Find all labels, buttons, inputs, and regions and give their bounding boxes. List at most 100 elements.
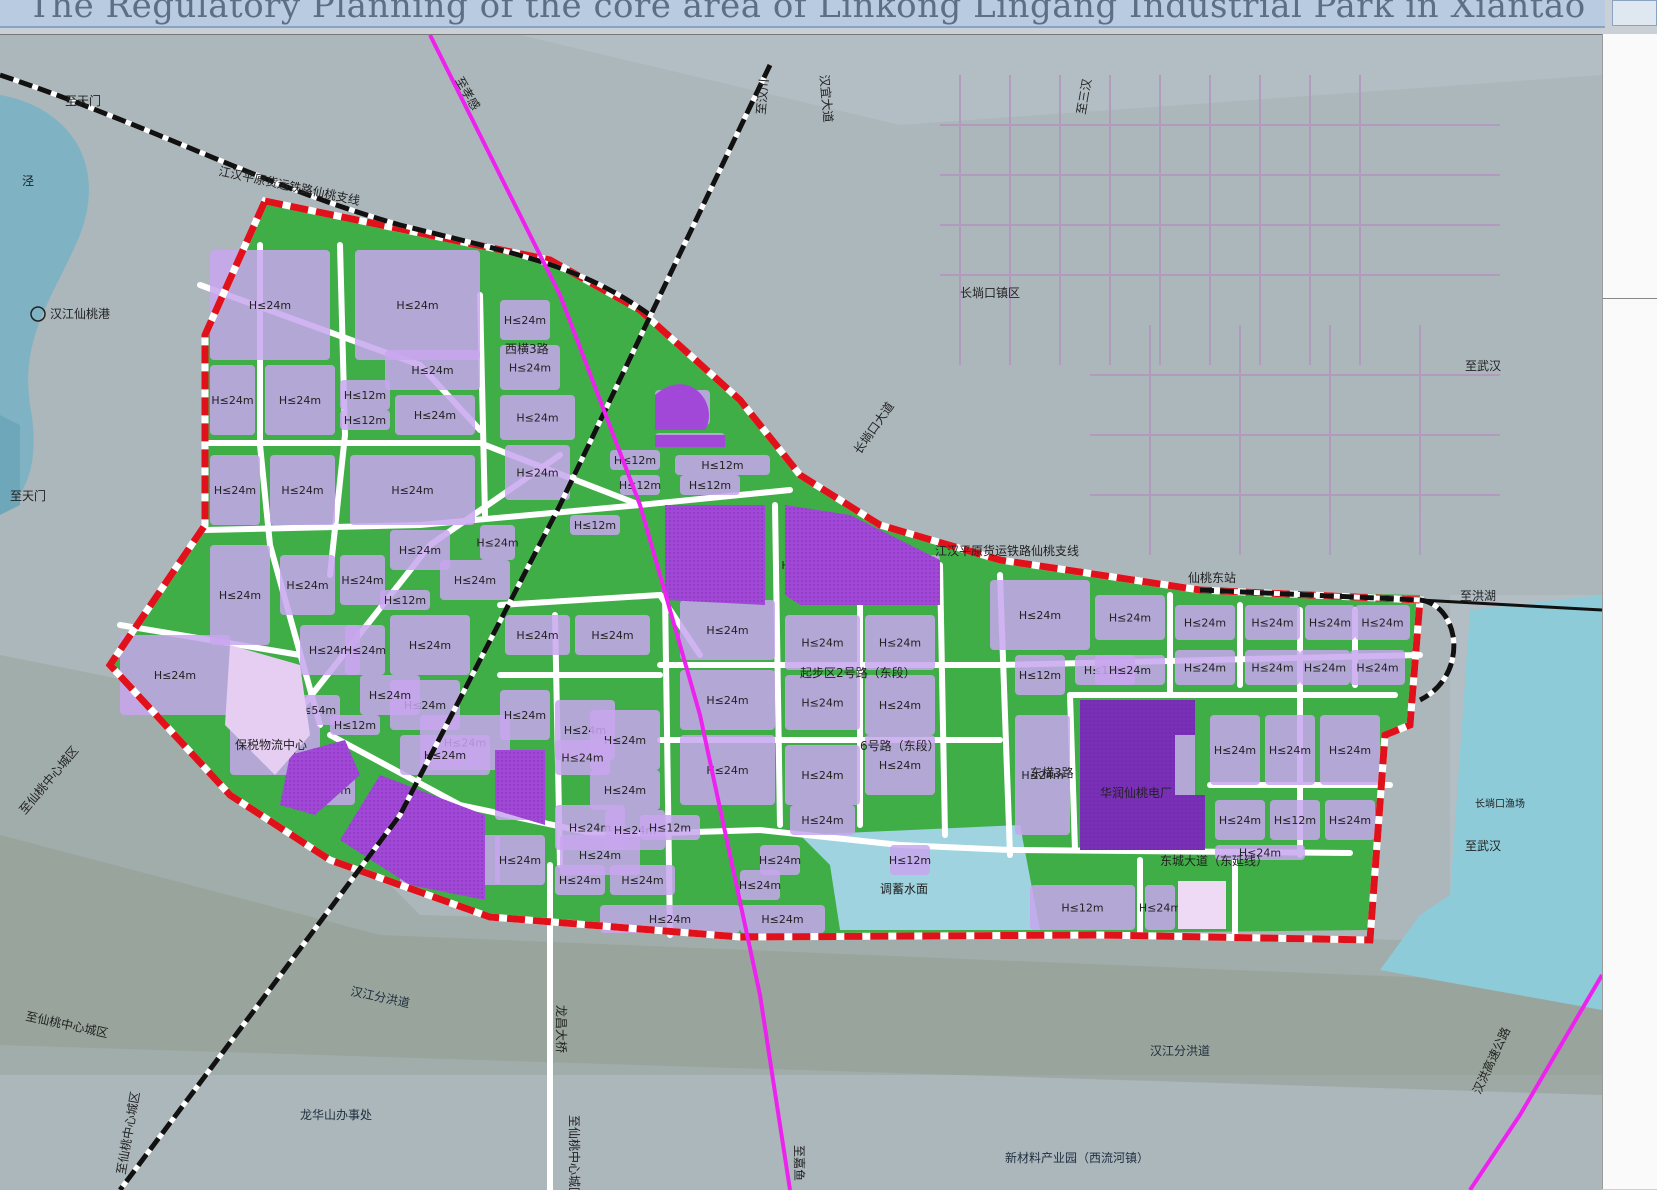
block-height-label: H≤24m [649,913,691,926]
label-fishery: 长埫口渔场 [1475,797,1525,810]
block-height-label: H≤24m [1019,609,1061,622]
label-to-tianmen-top: 至天门 [65,93,101,108]
block-height-label: H≤24m [219,589,261,602]
label-xiheng3-road: 西横3路 [505,341,549,356]
label-hanjiang-port: 汉江仙桃港 [50,306,110,321]
block-height-label: H≤24m [399,544,441,557]
panel-toggle-button[interactable] [1612,0,1657,26]
block-height-label: H≤24m [516,412,558,425]
block-height-label: H≤24m [281,484,323,497]
block-height-label: H≤24m [344,644,386,657]
label-east-heng3-road: 东横3路 [1030,765,1074,780]
block-height-label: H≤24m [706,694,748,707]
block-height-label: H≤24m [509,362,551,375]
block-height-label: H≤12m [574,519,616,532]
label-qibu-road6: 6号路（东段） [860,738,940,753]
block-height-label: H≤12m [701,459,743,472]
block-height-label: H≤24m [396,299,438,312]
label-to-xiantao-center-4: 至仙桃中心城区 [567,1115,582,1190]
block-height-label: H≤24m [759,854,801,867]
block-height-label: H≤12m [1061,902,1103,915]
block-height-label: H≤24m [409,639,451,652]
block-height-label: H≤24m [211,394,253,407]
block-height-label: H≤12m [689,479,731,492]
block-height-label: H≤24m [1251,662,1293,675]
side-panel-divider [1603,298,1657,299]
block-height-label: H≤24m [1214,744,1256,757]
block-height-label: H≤24m [1184,662,1226,675]
block-height-label: H≤24m [879,759,921,772]
block-height-label: H≤12m [334,719,376,732]
block-height-label: H≤24m [879,637,921,650]
map-view[interactable]: H≤24m H≤24m H≤24m H≤24m H≤12m H≤24m H≤12m H≤24m… [0,34,1602,1190]
block-height-label: H≤24m [879,699,921,712]
block-height-label: H≤24m [801,697,843,710]
block-height-label: H≤24m [591,629,633,642]
block-height-label: H≤24m [476,537,518,550]
block-height-label: H≤24m [1139,902,1181,915]
label-to-wuhan-top: 至武汉 [1465,359,1501,373]
label-power-plant: 华润仙桃电厂 [1100,785,1172,800]
label-qibu-road: 起步区2号路（东段） [800,665,916,680]
block-height-label: H≤24m [1109,612,1151,625]
block-height-label: H≤24m [286,579,328,592]
block-height-label: H≤24m [1184,617,1226,630]
block-height-label: H≤12m [384,594,426,607]
block-height-label: H≤24m [414,409,456,422]
block-height-label: H≤24m [504,314,546,327]
block-height-label: H≤12m [889,854,931,867]
block-height-label: H≤24m [411,364,453,377]
block-height-label: H≤24m [504,709,546,722]
block-height-label: H≤24m [369,689,411,702]
block-height-label: H≤24m [214,484,256,497]
block-height-label: H≤24m [569,822,611,835]
light-block-east [1178,881,1226,929]
label-quanji: 泾 [22,174,34,188]
block-height-label: H≤24m [801,637,843,650]
block-height-label: H≤24m [1304,662,1346,675]
block-height-label: H≤12m [344,414,386,427]
label-bonded-logistics: 保税物流中心 [235,737,307,752]
block-height-label: H≤12m [1019,669,1061,682]
label-flood-channel-east: 汉江分洪道 [1150,1044,1210,1058]
label-longchang-bridge: 龙昌大桥 [554,1005,568,1053]
block-height-label: H≤24m [604,784,646,797]
block-height-label: H≤24m [1109,664,1151,677]
block-height-label: H≤12m [1274,814,1316,827]
block-height-label: H≤24m [561,752,603,765]
label-dongcheng-avenue: 东城大道（东延线） [1160,854,1268,868]
block-height-label: H≤24m [1356,662,1398,675]
block-height-label: H≤24m [1269,744,1311,757]
planning-map[interactable]: H≤24m H≤24m H≤24m H≤24m H≤12m H≤24m H≤12m H≤24m… [0,35,1602,1190]
block-height-label: H≤24m [249,299,291,312]
block-height-label: H≤24m [739,879,781,892]
block-height-label: H≤24m [1219,814,1261,827]
block-height-label: H≤24m [621,874,663,887]
block-height-label: H≤24m [706,624,748,637]
block-height-label: H≤24m [279,394,321,407]
block-height-label: H≤24m [516,467,558,480]
block-height-label: H≤24m [579,849,621,862]
block-height-label: H≤24m [499,854,541,867]
label-to-honghu: 至洪湖 [1460,588,1496,603]
block-height-label: H≤24m [154,669,196,682]
map-title: The Regulatory Planning of the core area… [28,0,1586,26]
block-height-label: H≤24m [761,913,803,926]
block-height-label: H≤24m [1361,617,1403,630]
label-longhua-office: 龙华山办事处 [300,1107,372,1122]
block-height-label: H≤24m [559,874,601,887]
label-reservoir: 调蓄水面 [880,882,928,896]
label-to-wuhan-mid: 至武汉 [1465,839,1501,853]
block-height-label: H≤24m [454,574,496,587]
label-town-area: 长埫口镇区 [960,286,1020,300]
label-new-material-park: 新材料产业园（西流河镇） [1005,1150,1149,1165]
label-to-tianmen-left: 至天门 [10,488,46,503]
block-height-label: H≤24m [1329,744,1371,757]
block-height-label: H≤24m [801,769,843,782]
block-height-label: H≤12m [619,479,661,492]
block-height-label: H≤24m [801,814,843,827]
block-height-label: H≤12m [344,389,386,402]
block-height-label: H≤24m [1251,617,1293,630]
label-to-jiayu: 至嘉鱼 [792,1145,806,1181]
block-height-label: H≤24m [604,734,646,747]
